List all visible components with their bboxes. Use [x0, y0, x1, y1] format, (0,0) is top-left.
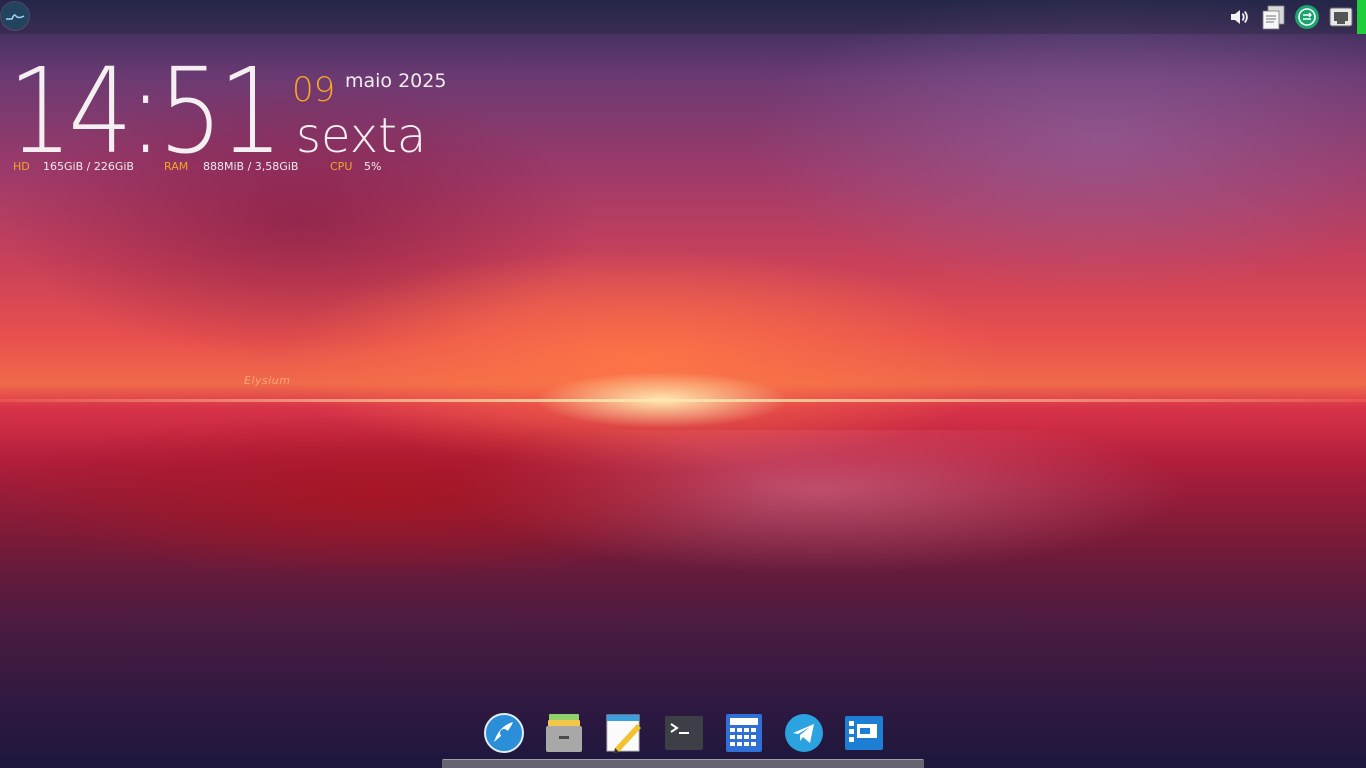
telegram-icon[interactable] — [783, 712, 825, 754]
dock — [444, 706, 924, 760]
horizon-glow — [0, 399, 1366, 402]
system-tray — [1226, 0, 1366, 34]
sync-icon[interactable] — [1294, 4, 1320, 30]
date-month-year: maio 2025 — [345, 70, 447, 92]
terminal-icon[interactable] — [663, 712, 705, 754]
date-weekday: sexta — [296, 108, 427, 164]
ram-label: RAM — [164, 160, 189, 173]
file-manager-icon[interactable] — [543, 712, 585, 754]
clock-time: 14:51 — [8, 42, 283, 180]
hd-value: 165GiB / 226GiB — [43, 160, 134, 173]
active-indicator — [1357, 0, 1366, 34]
calculator-icon[interactable] — [723, 712, 765, 754]
web-browser-icon[interactable] — [483, 712, 525, 754]
ram-value: 888MiB / 3,58GiB — [203, 160, 299, 173]
window-switcher-icon[interactable] — [843, 712, 885, 754]
date-day: 09 — [292, 70, 336, 110]
dock-shelf — [442, 759, 924, 768]
distro-logo-icon[interactable] — [1, 2, 29, 30]
cpu-label: CPU — [330, 160, 353, 173]
network-wired-icon[interactable] — [1328, 4, 1354, 30]
clipboard-icon[interactable] — [1260, 4, 1286, 30]
cpu-value: 5% — [364, 160, 382, 173]
volume-icon[interactable] — [1226, 4, 1252, 30]
hd-label: HD — [13, 160, 30, 173]
text-editor-icon[interactable] — [603, 712, 645, 754]
wallpaper-watermark: Elysium — [244, 374, 291, 387]
red-marsh — [0, 415, 980, 605]
desktop[interactable]: 14:51 09 maio 2025 sexta HD 165GiB / 226… — [0, 0, 1366, 768]
top-panel — [0, 0, 1366, 34]
